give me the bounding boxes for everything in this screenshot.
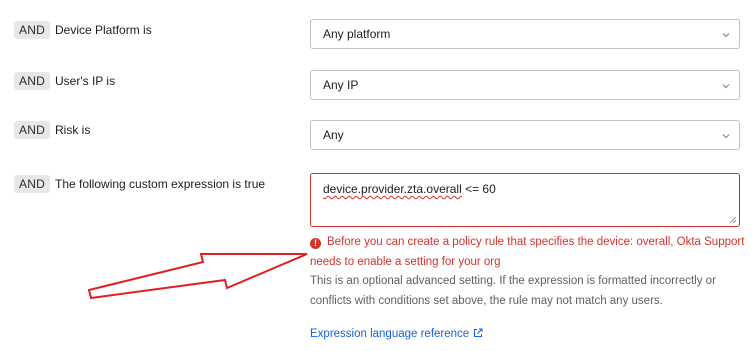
- and-badge: AND: [14, 175, 50, 193]
- risk-value: Any: [323, 128, 344, 142]
- expression-underlined-token: device.provider.zta.overall: [323, 182, 462, 196]
- and-badge: AND: [14, 21, 50, 39]
- and-badge: AND: [14, 121, 50, 139]
- expression-language-reference-link[interactable]: Expression language reference: [310, 326, 483, 342]
- device-platform-label: Device Platform is: [55, 23, 152, 37]
- chevron-down-icon: [722, 84, 730, 89]
- error-text: Before you can create a policy rule that…: [310, 236, 745, 268]
- external-link-icon: [474, 328, 483, 337]
- chevron-down-icon: [722, 134, 730, 139]
- expression-error-message: ! Before you can create a policy rule tha…: [310, 232, 745, 272]
- annotation-arrow: [87, 253, 308, 300]
- custom-expression-textarea[interactable]: device.provider.zta.overall <= 60: [310, 173, 740, 227]
- device-platform-select[interactable]: Any platform: [310, 19, 740, 49]
- and-badge: AND: [14, 72, 50, 90]
- expression-operator-value: <= 60: [461, 182, 496, 196]
- resize-grip-icon[interactable]: [728, 215, 737, 224]
- custom-expression-label: The following custom expression is true: [55, 177, 266, 191]
- user-ip-label: User's IP is: [55, 74, 116, 88]
- device-platform-value: Any platform: [323, 27, 391, 41]
- risk-select[interactable]: Any: [310, 120, 740, 150]
- user-ip-select[interactable]: Any IP: [310, 70, 740, 100]
- chevron-down-icon: [722, 33, 730, 38]
- reference-link-label: Expression language reference: [310, 328, 470, 340]
- expression-help-text: This is an optional advanced setting. If…: [310, 275, 716, 307]
- expression-text: device.provider.zta.overall <= 60: [323, 180, 496, 198]
- risk-label: Risk is: [55, 123, 91, 137]
- user-ip-value: Any IP: [323, 78, 359, 92]
